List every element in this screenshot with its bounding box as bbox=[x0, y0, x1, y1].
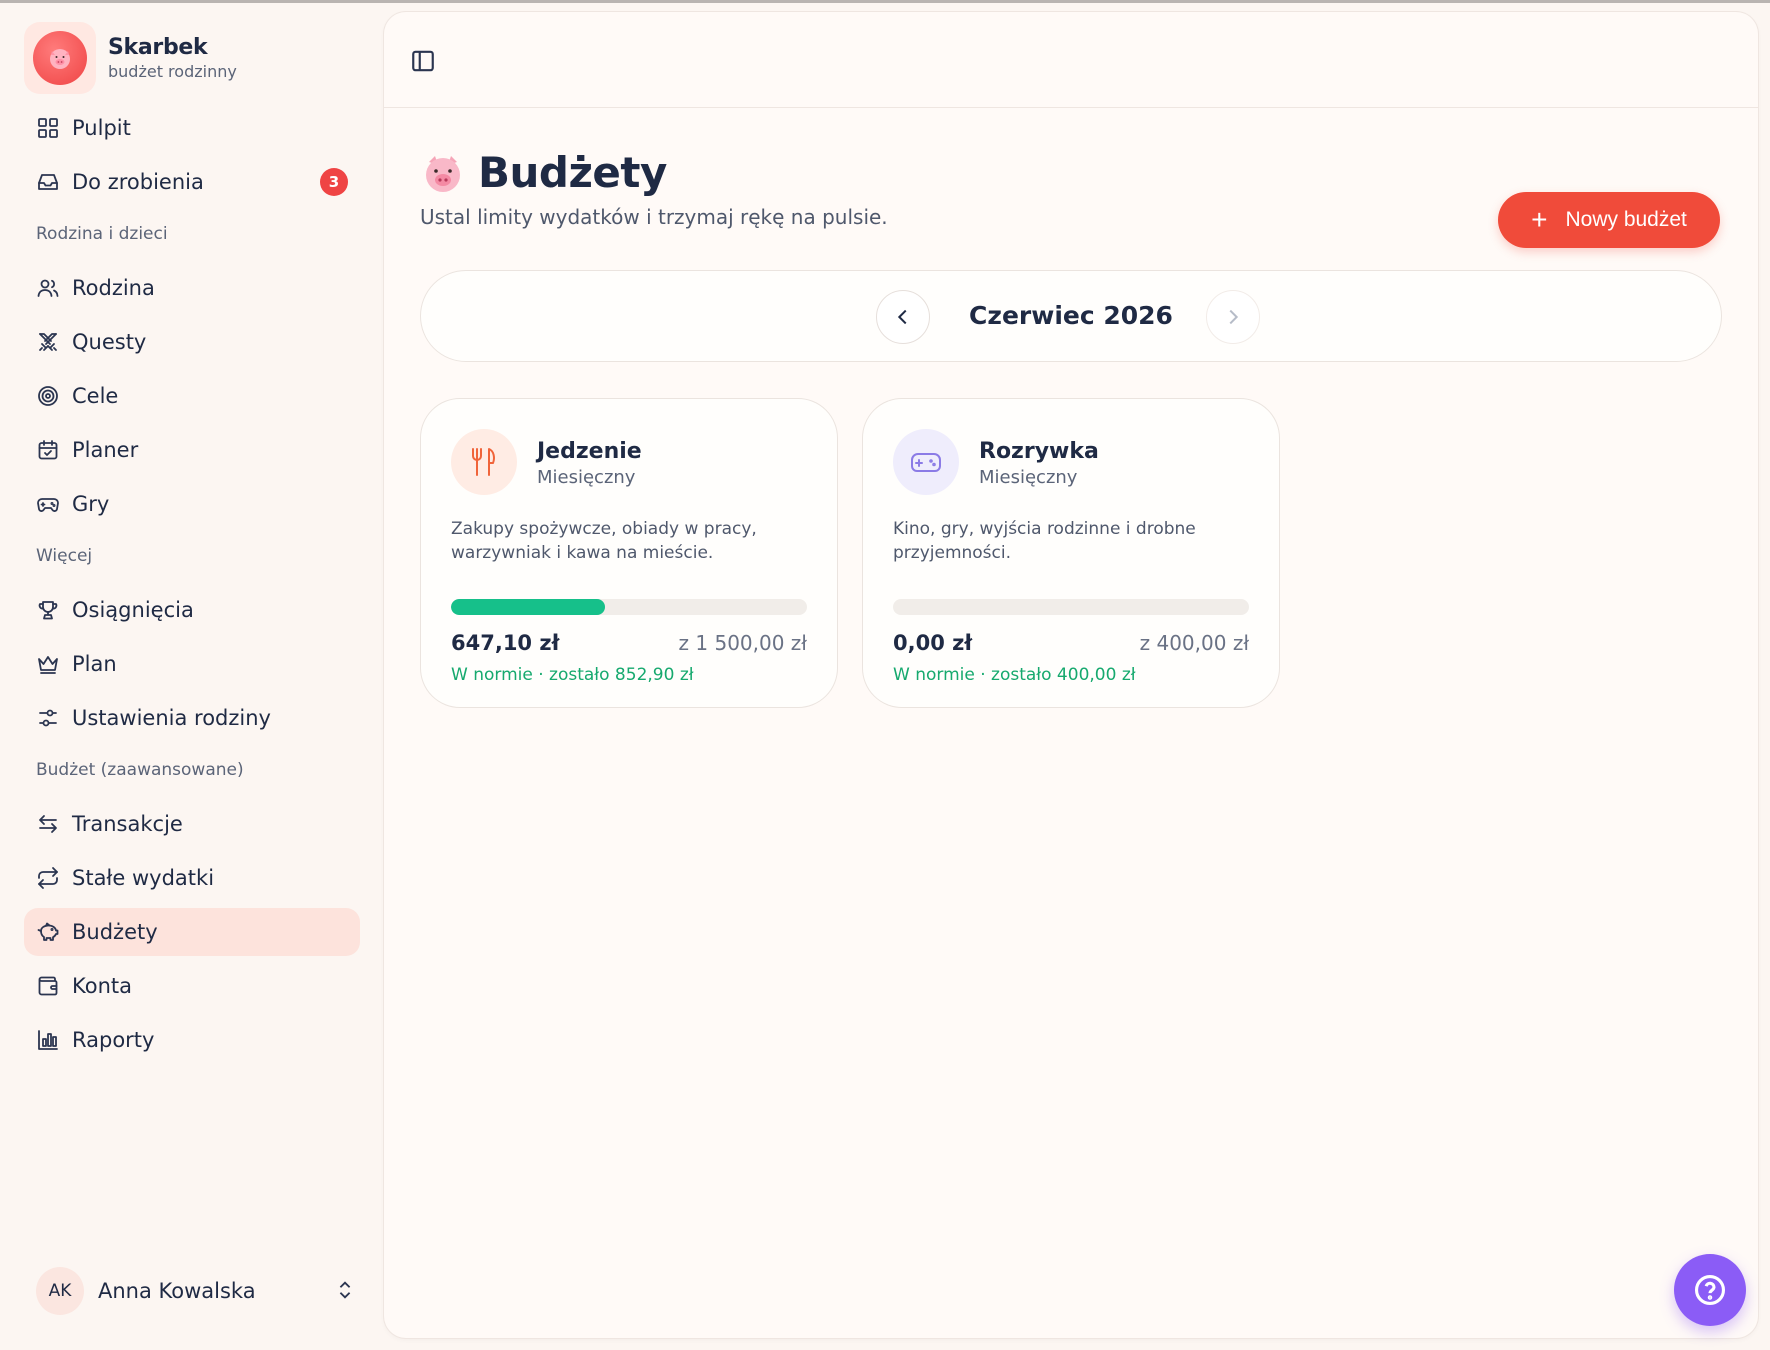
user-name: Anna Kowalska bbox=[98, 1279, 256, 1303]
sidebar-item-label: Gry bbox=[72, 492, 110, 516]
pig-logo-icon bbox=[33, 31, 87, 85]
sidebar-item-cele[interactable]: Cele bbox=[24, 372, 360, 420]
current-month: Czerwiec 2026 bbox=[969, 301, 1173, 330]
swords-icon bbox=[39, 333, 57, 351]
main-header bbox=[384, 12, 1758, 108]
brand-subtitle: budżet rodzinny bbox=[108, 62, 237, 81]
budget-spent: 647,10 zł bbox=[451, 631, 560, 655]
budget-card[interactable]: Rozrywka Miesięczny Kino, gry, wyjścia r… bbox=[862, 398, 1280, 708]
sidebar-item-label: Osiągnięcia bbox=[72, 598, 194, 622]
chevron-up-down-icon bbox=[334, 1279, 356, 1305]
plus-icon: + bbox=[1531, 204, 1548, 235]
sidebar-item-label: Konta bbox=[72, 974, 132, 998]
sliders-icon bbox=[39, 709, 57, 727]
sidebar-panel-icon bbox=[412, 50, 434, 72]
sidebar-item-stale-wydatki[interactable]: Stałe wydatki bbox=[24, 854, 360, 902]
sidebar-toggle-button[interactable] bbox=[410, 48, 436, 74]
gamepad-icon bbox=[911, 453, 941, 472]
sidebar-item-questy[interactable]: Questy bbox=[24, 318, 360, 366]
sidebar-item-label: Transakcje bbox=[72, 812, 183, 836]
sidebar-item-do-zrobienia[interactable]: Do zrobienia 3 bbox=[24, 158, 360, 206]
new-budget-button[interactable]: + Nowy budżet bbox=[1498, 192, 1720, 248]
trophy-icon bbox=[38, 601, 58, 620]
avatar: AK bbox=[36, 1267, 84, 1315]
brand-logo bbox=[24, 22, 96, 94]
budget-status: W normie · zostało 852,90 zł bbox=[451, 665, 694, 685]
budget-card[interactable]: Jedzenie Miesięczny Zakupy spożywcze, ob… bbox=[420, 398, 838, 708]
sidebar-item-label: Planer bbox=[72, 438, 139, 462]
sidebar-item-ustawienia-rodziny[interactable]: Ustawienia rodziny bbox=[24, 694, 360, 742]
chevron-left-icon bbox=[897, 309, 907, 325]
budget-spent: 0,00 zł bbox=[893, 631, 973, 655]
help-button[interactable] bbox=[1674, 1254, 1746, 1326]
target-icon bbox=[38, 386, 58, 406]
sidebar-item-label: Questy bbox=[72, 330, 147, 354]
page-title: Budżety bbox=[478, 148, 667, 197]
crown-icon bbox=[38, 656, 58, 674]
user-menu[interactable]: AK Anna Kowalska bbox=[36, 1266, 356, 1316]
inbox-icon bbox=[38, 174, 58, 190]
budget-description: Zakupy spożywcze, obiady w pracy, warzyw… bbox=[451, 519, 757, 563]
sidebar: Skarbek budżet rodzinny Pulpit Do zrobie… bbox=[0, 0, 382, 1350]
brand-name: Skarbek bbox=[108, 35, 208, 60]
budget-icon-wrap bbox=[451, 429, 517, 495]
pig-emoji-icon bbox=[426, 155, 460, 192]
sidebar-item-gry[interactable]: Gry bbox=[24, 480, 360, 528]
sidebar-item-label: Rodzina bbox=[72, 276, 155, 300]
budget-name: Rozrywka bbox=[979, 439, 1099, 464]
sidebar-item-label: Pulpit bbox=[72, 116, 131, 140]
sidebar-item-label: Budżety bbox=[72, 920, 158, 944]
nav-section-label: Budżet (zaawansowane) bbox=[36, 760, 244, 780]
budget-limit: z 400,00 zł bbox=[1139, 631, 1249, 655]
arrows-icon bbox=[39, 815, 57, 833]
page-header: Budżety Ustal limity wydatków i trzymaj … bbox=[420, 148, 1720, 258]
sidebar-item-label: Raporty bbox=[72, 1028, 155, 1052]
sidebar-item-raporty[interactable]: Raporty bbox=[24, 1016, 360, 1064]
budget-status: W normie · zostało 400,00 zł bbox=[893, 665, 1136, 685]
budget-progress-bar bbox=[893, 599, 1249, 615]
gamepad-icon bbox=[37, 498, 59, 512]
budget-name: Jedzenie bbox=[537, 439, 642, 464]
todo-count-badge: 3 bbox=[320, 168, 348, 196]
previous-month-button[interactable] bbox=[876, 290, 930, 344]
sidebar-item-plan[interactable]: Plan bbox=[24, 640, 360, 688]
sidebar-item-pulpit[interactable]: Pulpit bbox=[24, 104, 360, 152]
chevron-right-icon bbox=[1229, 309, 1239, 325]
budget-limit: z 1 500,00 zł bbox=[678, 631, 807, 655]
sidebar-item-planer[interactable]: Planer bbox=[24, 426, 360, 474]
calendar-icon bbox=[38, 440, 58, 460]
piggy-bank-icon bbox=[37, 922, 59, 941]
bar-chart-icon bbox=[38, 1030, 58, 1050]
grid-icon bbox=[38, 118, 58, 138]
budget-progress-fill bbox=[451, 599, 605, 615]
brand[interactable]: Skarbek budżet rodzinny bbox=[24, 22, 354, 94]
next-month-button[interactable] bbox=[1206, 290, 1260, 344]
main-panel: Budżety Ustal limity wydatków i trzymaj … bbox=[384, 12, 1758, 1338]
month-selector: Czerwiec 2026 bbox=[420, 270, 1722, 362]
sidebar-item-konta[interactable]: Konta bbox=[24, 962, 360, 1010]
sidebar-item-budzety[interactable]: Budżety bbox=[24, 908, 360, 956]
sidebar-item-rodzina[interactable]: Rodzina bbox=[24, 264, 360, 312]
repeat-icon bbox=[38, 867, 58, 889]
nav-section-label: Więcej bbox=[36, 546, 93, 566]
new-budget-label: Nowy budżet bbox=[1565, 208, 1687, 231]
sidebar-item-label: Stałe wydatki bbox=[72, 866, 215, 890]
budget-description: Kino, gry, wyjścia rodzinne i drobne prz… bbox=[893, 519, 1196, 563]
sidebar-nav: Pulpit Do zrobienia 3 Rodzina i dzieci R… bbox=[24, 104, 360, 1070]
sidebar-item-transakcje[interactable]: Transakcje bbox=[24, 800, 360, 848]
help-circle-icon bbox=[1694, 1274, 1726, 1306]
sidebar-item-label: Ustawienia rodziny bbox=[72, 706, 271, 730]
nav-section-label: Rodzina i dzieci bbox=[36, 224, 168, 244]
budget-progress-bar bbox=[451, 599, 807, 615]
budget-icon-wrap bbox=[893, 429, 959, 495]
users-icon bbox=[37, 279, 59, 297]
budget-period: Miesięczny bbox=[537, 467, 636, 488]
sidebar-item-label: Cele bbox=[72, 384, 119, 408]
sidebar-item-label: Do zrobienia bbox=[72, 170, 204, 194]
utensils-icon bbox=[472, 448, 495, 476]
wallet-icon bbox=[38, 976, 58, 996]
sidebar-item-label: Plan bbox=[72, 652, 117, 676]
budget-period: Miesięczny bbox=[979, 467, 1078, 488]
sidebar-item-osiagniecia[interactable]: Osiągnięcia bbox=[24, 586, 360, 634]
